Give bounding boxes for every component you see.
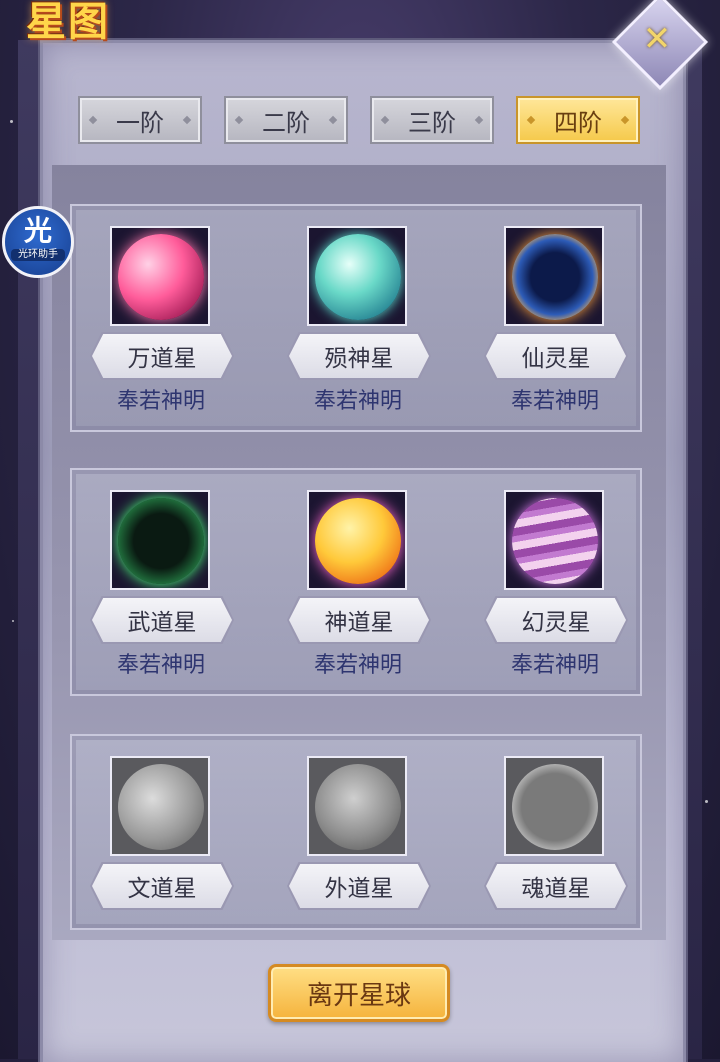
- tab-tier-2[interactable]: 二阶: [224, 96, 348, 144]
- planet-image-frame[interactable]: [307, 490, 407, 590]
- planet-name: 武道星: [92, 598, 232, 642]
- planet-card-yunshen[interactable]: 殒神星 奉若神明: [283, 206, 433, 416]
- planet-status: 奉若神明: [313, 653, 402, 678]
- title-text: 星图: [26, 0, 110, 45]
- assistant-badge[interactable]: 光 光环助手: [2, 206, 74, 278]
- page-title: 星图: [8, 0, 118, 74]
- ringed-purple-planet-icon: [512, 498, 598, 584]
- planet-group-1: 万道星 奉若神明 殒神星 奉若神明 仙灵星 奉若神明: [70, 204, 642, 432]
- planet-status: 奉若神明: [116, 389, 205, 414]
- teal-planet-icon: [315, 234, 401, 320]
- planet-image-frame[interactable]: [110, 756, 210, 856]
- planet-image-frame[interactable]: [110, 490, 210, 590]
- planet-card-wendao[interactable]: 文道星: [86, 736, 236, 946]
- background-star: [12, 620, 14, 622]
- blue-gold-planet-icon: [512, 234, 598, 320]
- planet-name: 殒神星: [289, 334, 429, 378]
- planet-image-frame[interactable]: [504, 756, 604, 856]
- planet-name: 仙灵星: [486, 334, 626, 378]
- planet-image-frame[interactable]: [110, 226, 210, 326]
- planet-name: 万道星: [92, 334, 232, 378]
- tab-tier-1[interactable]: 一阶: [78, 96, 202, 144]
- planet-image-frame[interactable]: [307, 226, 407, 326]
- left-border-decoration: [18, 40, 40, 1059]
- planet-name: 魂道星: [486, 864, 626, 908]
- planet-name: 幻灵星: [486, 598, 626, 642]
- planet-image-frame[interactable]: [307, 756, 407, 856]
- locked-planet-icon: [512, 764, 598, 850]
- planet-image-frame[interactable]: [504, 490, 604, 590]
- assistant-badge-label: 光环助手: [11, 249, 65, 261]
- planet-group-3: 文道星 外道星 魂道星: [70, 734, 642, 930]
- assistant-badge-char: 光: [23, 214, 52, 247]
- planet-status: 奉若神明: [116, 653, 205, 678]
- close-icon[interactable]: ✕: [626, 8, 688, 70]
- planet-image-frame[interactable]: [504, 226, 604, 326]
- planet-card-wandao[interactable]: 万道星 奉若神明: [86, 206, 236, 416]
- planet-group-2: 武道星 奉若神明 神道星 奉若神明 幻灵星 奉若神明: [70, 468, 642, 696]
- locked-planet-icon: [118, 764, 204, 850]
- planet-name: 文道星: [92, 864, 232, 908]
- planet-card-wudao[interactable]: 武道星 奉若神明: [86, 470, 236, 680]
- planet-card-shendao[interactable]: 神道星 奉若神明: [283, 470, 433, 680]
- planet-name: 神道星: [289, 598, 429, 642]
- golden-planet-icon: [315, 498, 401, 584]
- background-star: [705, 800, 708, 803]
- planet-name: 外道星: [289, 864, 429, 908]
- tab-tier-3[interactable]: 三阶: [370, 96, 494, 144]
- planet-card-hundao[interactable]: 魂道星: [480, 736, 630, 946]
- leave-planet-button[interactable]: 离开星球: [268, 964, 450, 1022]
- locked-planet-icon: [315, 764, 401, 850]
- planet-status: 奉若神明: [313, 389, 402, 414]
- planet-card-xianling[interactable]: 仙灵星 奉若神明: [480, 206, 630, 416]
- planet-card-huanling[interactable]: 幻灵星 奉若神明: [480, 470, 630, 680]
- green-planet-icon: [118, 498, 204, 584]
- planet-card-waidao[interactable]: 外道星: [283, 736, 433, 946]
- tier-tabs: 一阶 二阶 三阶 四阶: [78, 96, 644, 146]
- planet-status: 奉若神明: [510, 389, 599, 414]
- tab-tier-4[interactable]: 四阶: [516, 96, 640, 144]
- planet-status: 奉若神明: [510, 653, 599, 678]
- pink-planet-icon: [118, 234, 204, 320]
- background-star: [10, 120, 13, 123]
